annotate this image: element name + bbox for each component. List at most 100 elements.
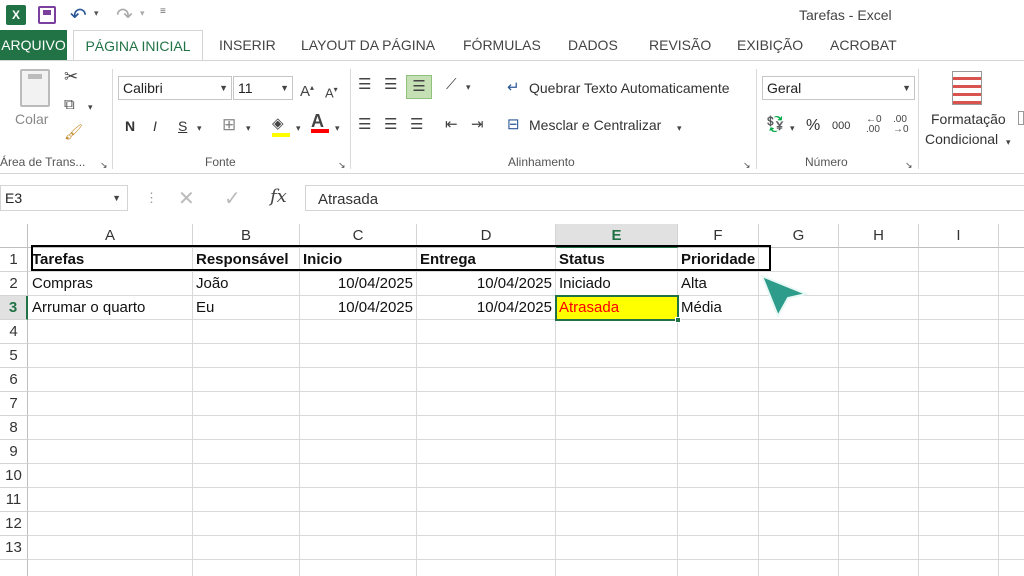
cell-d3[interactable]: 10/04/2025 <box>417 296 555 320</box>
decrease-font-icon[interactable]: A▾ <box>325 82 338 101</box>
decrease-decimal-icon[interactable]: .00 →0 <box>893 115 909 135</box>
column-header-g[interactable]: G <box>759 224 839 248</box>
undo-icon[interactable]: ↶ <box>70 3 87 28</box>
alignment-launcher-icon[interactable]: ↘ <box>743 157 751 173</box>
merge-center-icon[interactable]: ⊟ <box>507 117 520 133</box>
row-header-7[interactable]: 7 <box>0 392 28 416</box>
increase-decimal-icon[interactable]: ←0.00 <box>866 115 882 135</box>
select-all-corner[interactable] <box>0 224 28 248</box>
format-table-icon[interactable] <box>1018 111 1024 125</box>
tab-revisao[interactable]: REVISÃO <box>649 30 711 60</box>
conditional-formatting-label-2[interactable]: Condicional <box>925 131 998 147</box>
cell-b2[interactable]: João <box>193 272 299 296</box>
cell-a3[interactable]: Arrumar o quarto <box>29 296 192 320</box>
cancel-icon[interactable]: ✕ <box>178 186 195 211</box>
cut-icon[interactable]: ✂ <box>64 68 78 85</box>
border-dropdown-icon[interactable]: ▾ <box>246 120 251 136</box>
increase-indent-icon[interactable]: ⇥ <box>471 117 484 133</box>
row-header-11[interactable]: 11 <box>0 488 28 512</box>
underline-button[interactable]: S <box>178 118 187 134</box>
conditional-formatting-label-1[interactable]: Formatação <box>931 111 1006 127</box>
font-size-dropdown[interactable]: 11 ▼ <box>233 76 293 100</box>
tab-acrobat[interactable]: ACROBAT <box>830 30 897 60</box>
tab-inserir[interactable]: INSERIR <box>219 30 276 60</box>
number-launcher-icon[interactable]: ↘ <box>905 157 913 173</box>
format-painter-icon[interactable]: 🖌 <box>64 125 83 141</box>
cell-f3[interactable]: Média <box>678 296 758 320</box>
row-header-8[interactable]: 8 <box>0 416 28 440</box>
row-header-9[interactable]: 9 <box>0 440 28 464</box>
row-header-3[interactable]: 3 <box>0 296 28 320</box>
row-header-6[interactable]: 6 <box>0 368 28 392</box>
formula-input[interactable] <box>305 185 1024 211</box>
align-middle-icon[interactable]: ☰ <box>384 77 397 93</box>
paste-icon[interactable] <box>20 69 50 107</box>
row-header-4[interactable]: 4 <box>0 320 28 344</box>
bold-button[interactable]: N <box>125 118 135 134</box>
cell-c3[interactable]: 10/04/2025 <box>300 296 416 320</box>
row-header-5[interactable]: 5 <box>0 344 28 368</box>
fill-color-icon[interactable]: ◈ <box>272 116 290 137</box>
underline-dropdown-icon[interactable]: ▾ <box>197 120 202 136</box>
spreadsheet-grid[interactable]: A B C D E F G H I 1 2 3 4 5 6 7 8 9 10 1… <box>0 224 1024 576</box>
italic-button[interactable]: I <box>153 118 157 134</box>
thousands-button[interactable]: 000 <box>832 120 850 132</box>
tab-formulas[interactable]: FÓRMULAS <box>463 30 541 60</box>
row-header-2[interactable]: 2 <box>0 272 28 296</box>
redo-dropdown-icon[interactable]: ▾ <box>140 8 145 19</box>
insert-function-button[interactable]: fx <box>270 186 287 207</box>
tab-arquivo[interactable]: ARQUIVO <box>0 30 67 60</box>
paste-button-label[interactable]: Colar <box>15 111 48 127</box>
font-color-icon[interactable]: A <box>311 112 329 133</box>
wrap-text-icon[interactable]: ↵ <box>507 80 520 96</box>
cell-d2[interactable]: 10/04/2025 <box>417 272 555 296</box>
clipboard-launcher-icon[interactable]: ↘ <box>100 157 108 173</box>
tab-layout-da-pagina[interactable]: LAYOUT DA PÁGINA <box>301 30 435 60</box>
font-color-dropdown-icon[interactable]: ▾ <box>335 120 340 136</box>
align-left-icon[interactable]: ☰ <box>358 117 371 133</box>
merge-dropdown-icon[interactable]: ▾ <box>677 120 682 136</box>
row-header-1[interactable]: 1 <box>0 248 28 272</box>
conditional-dropdown-icon[interactable]: ▾ <box>1006 134 1011 150</box>
fill-handle[interactable] <box>675 317 681 323</box>
align-bottom-icon[interactable]: ☰ <box>406 75 432 99</box>
font-name-dropdown[interactable]: Calibri ▼ <box>118 76 232 100</box>
align-top-icon[interactable]: ☰ <box>358 77 371 93</box>
wrap-text-button[interactable]: Quebrar Texto Automaticamente <box>529 80 730 96</box>
fill-color-dropdown-icon[interactable]: ▾ <box>296 120 301 136</box>
currency-icon[interactable]: 💱 <box>766 117 785 133</box>
tab-pagina-inicial[interactable]: PÁGINA INICIAL <box>73 30 203 61</box>
orientation-dropdown-icon[interactable]: ▾ <box>466 79 471 95</box>
save-icon[interactable] <box>38 6 56 24</box>
border-icon[interactable]: ⊞ <box>222 116 236 133</box>
font-launcher-icon[interactable]: ↘ <box>338 157 346 173</box>
tab-dados[interactable]: DADOS <box>568 30 618 60</box>
cell-c2[interactable]: 10/04/2025 <box>300 272 416 296</box>
undo-dropdown-icon[interactable]: ▾ <box>94 8 99 19</box>
row-header-12[interactable]: 12 <box>0 512 28 536</box>
customize-icon[interactable]: ≡ <box>160 6 166 17</box>
conditional-formatting-icon[interactable] <box>952 71 982 105</box>
column-header-h[interactable]: H <box>839 224 919 248</box>
tab-exibicao[interactable]: EXIBIÇÃO <box>737 30 803 60</box>
cell-b3[interactable]: Eu <box>193 296 299 320</box>
column-header-next[interactable] <box>999 224 1024 248</box>
merge-center-button[interactable]: Mesclar e Centralizar <box>529 117 661 133</box>
align-right-icon[interactable]: ☰ <box>410 117 423 133</box>
number-format-dropdown[interactable]: Geral ▼ <box>762 76 915 100</box>
decrease-indent-icon[interactable]: ⇤ <box>445 117 458 133</box>
currency-dropdown-icon[interactable]: ▾ <box>790 120 795 136</box>
column-header-i[interactable]: I <box>919 224 999 248</box>
cell-a2[interactable]: Compras <box>29 272 192 296</box>
copy-icon[interactable]: ⧉ <box>64 97 75 113</box>
row-header-10[interactable]: 10 <box>0 464 28 488</box>
cell-f2[interactable]: Alta <box>678 272 758 296</box>
confirm-icon[interactable]: ✓ <box>224 186 241 211</box>
copy-dropdown-icon[interactable]: ▾ <box>88 99 93 115</box>
name-box[interactable]: E3 ▼ <box>0 185 128 211</box>
align-center-icon[interactable]: ☰ <box>384 117 397 133</box>
row-header-13[interactable]: 13 <box>0 536 28 560</box>
redo-icon[interactable]: ↷ <box>116 3 133 28</box>
increase-font-icon[interactable]: A▴ <box>300 80 314 100</box>
row-header-14[interactable] <box>0 560 28 576</box>
